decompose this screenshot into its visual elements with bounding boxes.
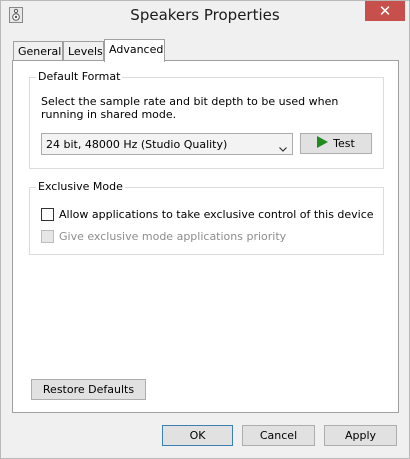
ok-button[interactable]: OK xyxy=(162,425,233,446)
tab-general[interactable]: General xyxy=(13,41,63,61)
advanced-panel: Default Format Select the sample rate an… xyxy=(12,60,399,413)
allow-exclusive-checkbox[interactable] xyxy=(41,207,54,221)
window-title: Speakers Properties xyxy=(130,6,280,24)
test-button[interactable]: Test xyxy=(300,133,372,154)
chevron-down-icon xyxy=(279,142,287,155)
apply-button[interactable]: Apply xyxy=(324,425,397,446)
selected-format: 24 bit, 48000 Hz (Studio Quality) xyxy=(46,138,228,151)
default-format-legend: Default Format xyxy=(36,70,123,83)
play-icon xyxy=(317,136,329,151)
test-label: Test xyxy=(333,137,355,150)
allow-exclusive-row[interactable]: Allow applications to take exclusive con… xyxy=(41,207,374,221)
exclusive-mode-group: Exclusive Mode Allow applications to tak… xyxy=(29,180,384,255)
title-bar: Speakers Properties ✕ xyxy=(1,1,409,32)
default-format-description: Select the sample rate and bit depth to … xyxy=(41,95,339,121)
sample-rate-select[interactable]: 24 bit, 48000 Hz (Studio Quality) xyxy=(41,133,293,155)
allow-exclusive-label: Allow applications to take exclusive con… xyxy=(59,207,374,221)
close-button[interactable]: ✕ xyxy=(365,1,405,21)
tab-advanced[interactable]: Advanced xyxy=(104,39,165,62)
restore-defaults-button[interactable]: Restore Defaults xyxy=(31,379,146,400)
default-format-group: Default Format Select the sample rate an… xyxy=(29,70,384,169)
speakers-properties-window: Speakers Properties ✕ General Levels Adv… xyxy=(0,0,410,459)
priority-row: Give exclusive mode applications priorit… xyxy=(41,229,286,243)
priority-label: Give exclusive mode applications priorit… xyxy=(59,229,287,243)
exclusive-mode-legend: Exclusive Mode xyxy=(36,180,125,193)
close-icon: ✕ xyxy=(378,2,392,20)
cancel-button[interactable]: Cancel xyxy=(242,425,315,446)
priority-checkbox xyxy=(41,229,54,243)
tab-levels[interactable]: Levels xyxy=(63,41,104,61)
